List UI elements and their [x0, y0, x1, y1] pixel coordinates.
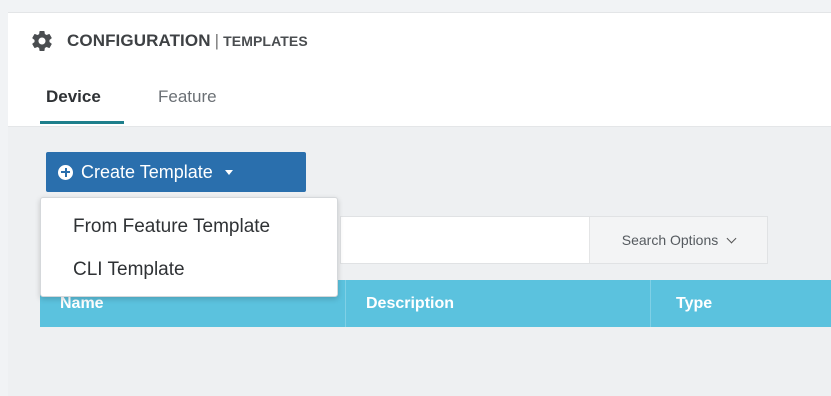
- tab-bar: Device Feature: [8, 71, 831, 127]
- search-options-label: Search Options: [621, 232, 719, 248]
- page-header: CONFIGURATION | TEMPLATES: [8, 12, 831, 72]
- gear-icon: [32, 31, 52, 51]
- column-header-description[interactable]: Description: [345, 280, 650, 327]
- caret-down-icon: [224, 169, 233, 175]
- create-template-label: Create Template: [81, 161, 213, 182]
- plus-circle-icon: [58, 164, 73, 180]
- tab-feature[interactable]: Feature: [158, 87, 217, 107]
- title-separator: |: [214, 31, 220, 50]
- tab-device[interactable]: Device: [46, 87, 101, 107]
- create-template-menu: From Feature Template CLI Template: [40, 197, 338, 297]
- title-text: CONFIGURATION: [67, 31, 211, 50]
- search-options-button[interactable]: Search Options: [589, 217, 767, 263]
- create-template-button[interactable]: Create Template: [46, 152, 306, 192]
- menu-item-cli-template[interactable]: CLI Template: [73, 259, 185, 281]
- column-header-type[interactable]: Type: [650, 280, 831, 327]
- active-tab-indicator: [40, 121, 124, 124]
- search-bar[interactable]: Search Options: [340, 216, 768, 264]
- menu-item-from-feature-template[interactable]: From Feature Template: [73, 216, 270, 238]
- title-subtitle: TEMPLATES: [223, 33, 308, 49]
- page-title: CONFIGURATION | TEMPLATES: [67, 31, 308, 51]
- chevron-down-icon: [726, 233, 737, 243]
